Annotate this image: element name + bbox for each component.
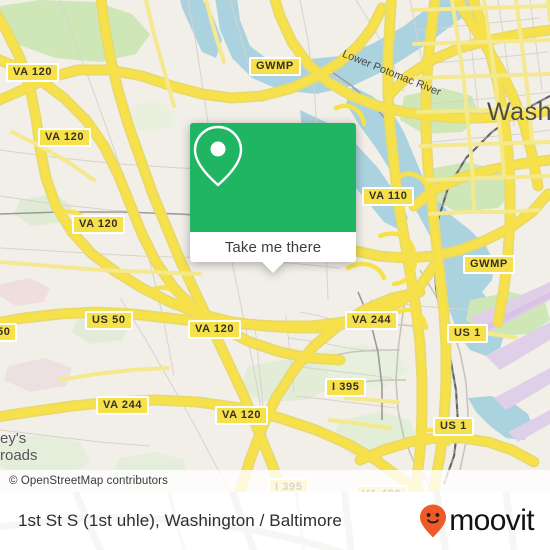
road-shield-gwmp-a[interactable]: GWMP	[249, 57, 301, 76]
road-shield-va120-d[interactable]: VA 120	[188, 320, 242, 339]
road-shield-us1-a[interactable]: US 1	[447, 324, 488, 343]
map-canvas[interactable]: Washin ey's roads Lower Potomac River VA…	[0, 0, 550, 492]
moovit-station-map-card: Washin ey's roads Lower Potomac River VA…	[0, 0, 550, 550]
place-label-baileys-crossroads-line2: roads	[0, 447, 38, 464]
popup-pointer	[262, 262, 284, 273]
take-me-there-label: Take me there	[224, 238, 322, 256]
place-label-washington: Washin	[487, 98, 550, 126]
road-shield-i395-a[interactable]: I 395	[325, 378, 367, 397]
map-attribution: © OpenStreetMap contributors	[0, 470, 550, 492]
road-shield-us50-b[interactable]: 50	[0, 323, 18, 342]
place-label-baileys-crossroads-line1: ey's	[0, 430, 27, 447]
road-shield-va244-a[interactable]: VA 244	[345, 311, 399, 330]
footer-bar: 1st St S (1st uhle), Washington / Baltim…	[0, 492, 550, 550]
moovit-logo: moovit	[418, 503, 535, 539]
road-shield-va244-b[interactable]: VA 244	[96, 396, 150, 415]
station-title: 1st St S (1st uhle), Washington / Baltim…	[18, 511, 342, 530]
road-shield-us1-b[interactable]: US 1	[433, 417, 474, 436]
road-shield-gwmp-b[interactable]: GWMP	[463, 255, 515, 274]
station-popup-card[interactable]: Take me there	[190, 123, 356, 273]
road-shield-va120-e[interactable]: VA 120	[215, 406, 269, 425]
popup-action-row[interactable]: Take me there	[190, 232, 356, 262]
moovit-pin-icon	[420, 504, 447, 538]
popup-header	[190, 123, 356, 232]
road-shield-us50-a[interactable]: US 50	[85, 311, 133, 330]
road-shield-va120-c[interactable]: VA 120	[72, 215, 126, 234]
road-shield-va110[interactable]: VA 110	[362, 187, 415, 206]
moovit-wordmark: moovit	[449, 504, 534, 537]
road-shield-va120-b[interactable]: VA 120	[38, 128, 92, 147]
map-pin-icon	[193, 125, 243, 187]
road-shield-va120-a[interactable]: VA 120	[6, 63, 60, 82]
